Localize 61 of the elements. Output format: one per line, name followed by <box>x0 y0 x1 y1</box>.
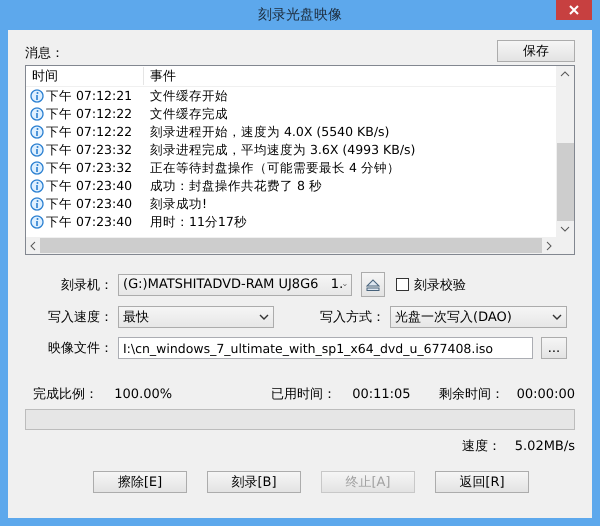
event-cell: 文件缓存完成 <box>150 106 228 122</box>
horizontal-scrollbar[interactable] <box>26 237 556 254</box>
elapsed-label: 已用时间： <box>270 386 337 403</box>
action-button[interactable]: 返回[R] <box>435 471 529 493</box>
info-icon <box>30 214 45 230</box>
window-title: 刻录光盘映像 <box>258 6 342 24</box>
time-cell-text: 下午 07:12:22 <box>46 106 134 122</box>
event-cell: 正在等待封盘操作（可能需要最长 4 分钟） <box>150 160 400 176</box>
info-icon <box>30 196 45 212</box>
scroll-left-icon[interactable] <box>30 240 36 250</box>
info-icon <box>30 142 45 158</box>
event-cell: 文件缓存开始 <box>150 88 228 104</box>
image-file-label: 映像文件： <box>47 340 113 357</box>
info-icon <box>30 88 45 104</box>
percent-label: 完成比例： <box>33 386 99 403</box>
vertical-scrollbar[interactable] <box>556 66 574 254</box>
percent-value: 100.00% <box>114 386 174 402</box>
time-cell-text: 下午 07:23:32 <box>46 160 134 176</box>
event-cell: 用时：11分17秒 <box>150 214 247 230</box>
remaining-label: 剩余时间： <box>439 386 506 403</box>
scroll-right-icon[interactable] <box>546 240 552 250</box>
dropdown-caret-icon <box>259 314 269 320</box>
browse-button[interactable]: ... <box>541 337 567 359</box>
burner-dropdown[interactable]: (G:)MATSHITADVD-RAM UJ8G6 1. <box>118 274 352 296</box>
event-cell: 成功：封盘操作共花费了 8 秒 <box>150 178 322 194</box>
info-icon <box>30 124 45 140</box>
action-button[interactable]: 擦除[E] <box>93 471 187 493</box>
event-cell: 刻录进程完成，平均速度为 3.6X (4993 KB/s) <box>150 142 416 158</box>
column-header[interactable]: 时间 <box>26 67 144 85</box>
verify-checkbox[interactable] <box>396 278 409 291</box>
time-cell-text: 下午 07:23:40 <box>46 178 134 194</box>
speed-label: 写入速度： <box>47 309 113 326</box>
speed-rate-label: 速度： <box>462 438 501 455</box>
eject-icon <box>366 278 380 290</box>
burner-label: 刻录机： <box>60 276 113 294</box>
action-button[interactable]: 刻录[B] <box>207 471 301 493</box>
info-icon <box>30 178 45 194</box>
mode-label: 写入方式： <box>319 309 385 326</box>
close-icon <box>569 5 579 15</box>
image-file-field[interactable]: I:\cn_windows_7_ultimate_with_sp1_x64_dvd_u_677408.iso <box>118 337 533 359</box>
info-icon <box>30 160 45 176</box>
speed-rate-value: 5.02MB/s <box>514 438 575 454</box>
verify-label: 刻录校验 <box>414 276 466 294</box>
remaining-value: 00:00:00 <box>516 386 575 402</box>
dropdown-caret-icon <box>552 314 562 320</box>
info-icon <box>30 106 45 122</box>
event-cell: 刻录成功! <box>150 196 208 212</box>
mode-dropdown[interactable]: 光盘一次写入(DAO) <box>390 306 567 328</box>
close-button[interactable] <box>556 0 592 20</box>
save-button[interactable]: 保存 <box>497 40 575 62</box>
speed-dropdown[interactable]: 最快 <box>118 306 274 328</box>
messages-label: 消息： <box>25 45 64 62</box>
eject-button[interactable] <box>361 272 385 297</box>
time-cell-text: 下午 07:23:40 <box>46 214 134 230</box>
column-header[interactable]: 事件 <box>144 67 176 85</box>
time-cell-text: 下午 07:12:21 <box>46 88 134 104</box>
elapsed-value: 00:11:05 <box>352 386 412 402</box>
time-cell-text: 下午 07:23:40 <box>46 196 134 212</box>
time-cell-text: 下午 07:12:22 <box>46 124 134 140</box>
event-cell: 刻录进程开始，速度为 4.0X (5540 KB/s) <box>150 124 390 140</box>
time-cell-text: 下午 07:23:32 <box>46 142 134 158</box>
